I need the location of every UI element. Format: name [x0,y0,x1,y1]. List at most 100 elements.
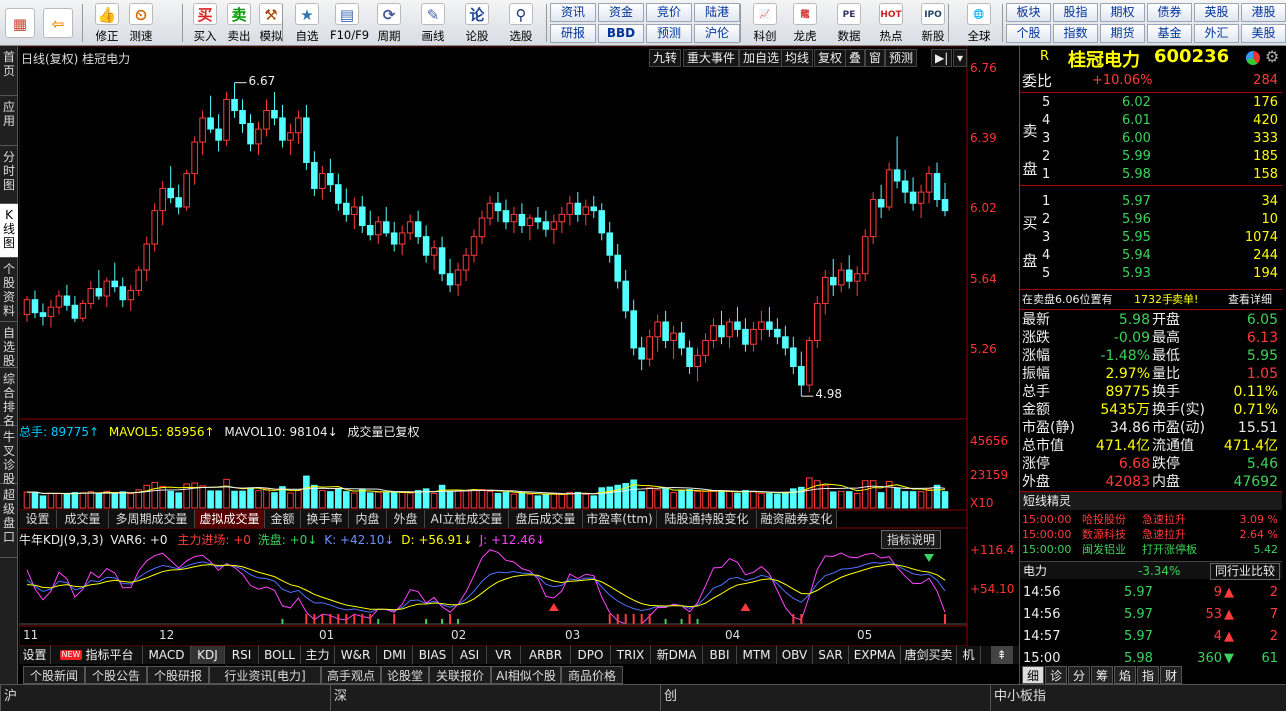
pick-button[interactable]: ⚲ 选股 [504,2,538,44]
chart-tool-3[interactable]: 均线 [781,49,814,67]
indicator-tab-3[interactable]: KDJ [191,646,225,664]
quote-tab-1[interactable]: 诊 [1045,666,1067,684]
sell-button[interactable]: 卖卖出 [222,2,256,44]
indicator-tab-11[interactable]: VR [487,646,521,664]
volume-tab-8[interactable]: AI立桩成交量 [425,510,509,528]
bid-row[interactable]: 2 5.96 10 [1020,211,1282,229]
indicator-help-button[interactable]: 指标说明 [881,530,942,549]
indicator-tab-9[interactable]: BIAS [413,646,453,664]
news-tab-0[interactable]: 个股新闻 [23,666,85,684]
grid-button-r2-3[interactable]: 沪伦 [694,24,740,43]
chart-tool-5[interactable]: 叠 [845,49,866,67]
status-index-1[interactable]: 深 [330,685,660,711]
data-button[interactable]: PE 数据 [830,2,868,44]
indicator-tab-0[interactable]: 设置 [19,646,51,664]
indicator-tab-15[interactable]: 新DMA [651,646,703,664]
short-line-item[interactable]: 15:00:00 闽发铝业 打开涨停板 5.42 [1020,542,1282,557]
bid-row[interactable]: 1 5.97 34 [1020,193,1282,211]
left-tab-3[interactable]: K线图 [0,204,18,258]
volume-tab-0[interactable]: 设置 [19,510,57,528]
hot-button[interactable]: HOT 热点 [872,2,910,44]
ask-row[interactable]: 1 5.98 158 [1020,166,1282,184]
indicator-tab-5[interactable]: BOLL [259,646,301,664]
market-button-r2-0[interactable]: 个股 [1006,24,1051,43]
volume-tab-3[interactable]: 虚拟成交量 [195,510,265,528]
market-button-r2-2[interactable]: 期货 [1100,24,1145,43]
status-index-2[interactable]: 创 [660,685,990,711]
market-button-0[interactable]: 板块 [1006,3,1051,22]
volume-tab-9[interactable]: 盘后成交量 [509,510,583,528]
short-line-item[interactable]: 15:00:00 数源科技 急速拉升 2.64 % [1020,527,1282,542]
left-tab-2[interactable]: 分时图 [0,146,18,204]
indicator-tab-20[interactable]: EXPMA [849,646,901,664]
indicator-tab-14[interactable]: TRIX [611,646,651,664]
left-tab-4[interactable]: 个股资料 [0,258,18,322]
kline-chart-area[interactable]: 日线(复权) 桂冠电力 九转 重大事件 加自选 均线 复权叠窗预测 ▶| ▾ 6.76 6.3… [19,46,1019,684]
quote-tab-2[interactable]: 分 [1068,666,1090,684]
chart-tool-6[interactable]: 窗 [865,49,886,67]
news-tab-2[interactable]: 个股研报 [147,666,209,684]
short-line-title[interactable]: 短线精灵 [1020,492,1282,510]
indicator-tab-21[interactable]: 唐剑买卖 [901,646,957,664]
status-index-0[interactable]: 沪 [0,685,330,711]
indicator-tab-4[interactable]: RSI [225,646,259,664]
indicator-tab-8[interactable]: DMI [377,646,413,664]
news-tab-5[interactable]: 论股堂 [381,666,429,684]
indicator-tab-13[interactable]: DPO [571,646,611,664]
dragon-button[interactable]: 龍龙虎 [786,2,824,44]
market-button-3[interactable]: 债券 [1147,3,1192,22]
volume-tab-12[interactable]: 融资融券变化 [757,510,837,528]
bid-row[interactable]: 3 5.95 1074 [1020,229,1282,247]
left-tab-6[interactable]: 综合排名 [0,368,18,428]
market-button-r2-5[interactable]: 美股 [1241,24,1286,43]
left-tab-8[interactable]: 超级盘口 [0,484,18,558]
market-button-r2-1[interactable]: 指数 [1053,24,1098,43]
market-button-4[interactable]: 英股 [1194,3,1239,22]
market-button-2[interactable]: 期权 [1100,3,1145,22]
scroll-top-icon[interactable]: ⇞ [991,646,1013,664]
quote-tab-4[interactable]: 焰 [1114,666,1136,684]
status-index-3[interactable]: 中小板指 [990,685,1286,711]
bid-row[interactable]: 5 5.93 194 [1020,265,1282,283]
ipo-button[interactable]: IPO 新股 [914,2,952,44]
market-button-r2-4[interactable]: 外汇 [1194,24,1239,43]
fix-button[interactable]: 👍 修正 [90,2,124,44]
kline-chart-canvas[interactable] [19,46,1019,646]
grid-button-r2-0[interactable]: 研报 [550,24,596,43]
volume-tab-2[interactable]: 多周期成交量 [109,510,195,528]
grid-button-2[interactable]: 竞价 [646,3,692,22]
chart-tool-4[interactable]: 复权 [814,49,847,67]
indicator-tab-16[interactable]: BBI [703,646,737,664]
home-button[interactable]: ▦ [2,2,38,44]
bid-row[interactable]: 4 5.94 244 [1020,247,1282,265]
test-button[interactable]: ⏲ 测速 [124,2,158,44]
chart-tool-2[interactable]: 加自选 [739,49,784,67]
volume-tab-1[interactable]: 成交量 [57,510,109,528]
volume-tab-10[interactable]: 市盈率(ttm) [583,510,657,528]
ask-row[interactable]: 4 6.01 420 [1020,112,1282,130]
grid-button-r2-1[interactable]: BBD [598,24,644,43]
indicator-tab-19[interactable]: SAR [813,646,849,664]
short-line-item[interactable]: 15:00:00 哈投股份 急速拉升 3.09 % [1020,512,1282,527]
left-tab-5[interactable]: 自选股 [0,322,18,368]
market-button-r2-3[interactable]: 基金 [1147,24,1192,43]
volume-tab-11[interactable]: 陆股通持股变化 [657,510,757,528]
grid-button-1[interactable]: 资金 [598,3,644,22]
ask-row[interactable]: 5 6.02 176 [1020,94,1282,112]
quote-tab-0[interactable]: 细 [1022,666,1044,684]
expand-icon[interactable]: ▶| [931,49,953,67]
indicator-tab-12[interactable]: ARBR [521,646,571,664]
news-tab-1[interactable]: 个股公告 [85,666,147,684]
volume-tab-4[interactable]: 金额 [265,510,301,528]
chart-tool-1[interactable]: 重大事件 [683,49,740,67]
market-button-1[interactable]: 股指 [1053,3,1098,22]
chart-tool-7[interactable]: 预测 [885,49,918,67]
view-detail-link[interactable]: 查看详细 [1228,291,1272,309]
ask-row[interactable]: 3 6.00 333 [1020,130,1282,148]
quote-tab-3[interactable]: 筹 [1091,666,1113,684]
news-tab-7[interactable]: AI相似个股 [491,666,561,684]
sector-compare-button[interactable]: 同行业比较 [1209,563,1280,580]
volume-tab-5[interactable]: 换手率 [301,510,349,528]
indicator-tab-22[interactable]: 机 [957,646,981,664]
indicator-tab-17[interactable]: MTM [737,646,777,664]
